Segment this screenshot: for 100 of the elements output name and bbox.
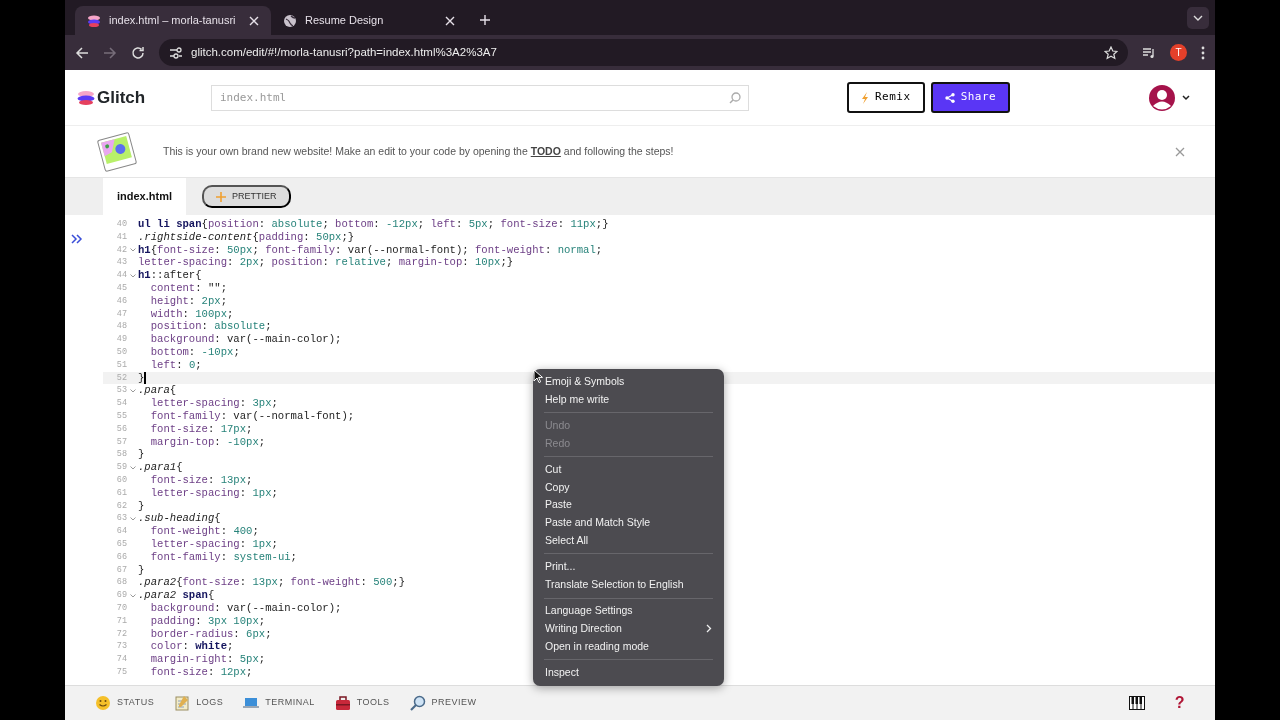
code-line: ul li span{position: absolute; bottom: -12px; left: 5px; font-size: 11px;}: [138, 218, 609, 231]
menu-item[interactable]: Paste and Match Style: [533, 514, 724, 532]
line-number: 71: [115, 614, 127, 628]
todo-link[interactable]: TODO: [530, 144, 561, 157]
line-number: 52: [115, 371, 127, 385]
fold-caret-icon[interactable]: [129, 593, 136, 598]
line-number: 55: [115, 409, 127, 423]
prettier-button[interactable]: PRETTIER: [202, 184, 291, 209]
code-line: .sub-heading{: [138, 512, 221, 526]
search-field[interactable]: index.html: [211, 84, 749, 111]
fold-caret-icon[interactable]: [129, 465, 136, 470]
terminal-button[interactable]: TERMINAL: [243, 695, 315, 711]
file-tab[interactable]: index.html: [103, 178, 186, 215]
address-bar[interactable]: glitch.com/edit/#!/morla-tanusri?path=index.html%3A2%3A7: [159, 39, 1128, 66]
menu-item[interactable]: Copy: [533, 478, 724, 497]
line-number: 61: [115, 486, 127, 500]
glitch-logo-icon: [87, 13, 101, 28]
code-line: font-size: 17px;: [149, 422, 253, 436]
code-line: font-weight: 400;: [149, 525, 259, 538]
notepad-icon: [174, 695, 191, 711]
line-number: 40: [115, 218, 127, 231]
text-cursor: [144, 371, 146, 384]
bookmark-star-icon[interactable]: [1104, 45, 1118, 60]
menu-item[interactable]: Inspect: [533, 664, 724, 682]
menu-item[interactable]: Print...: [533, 558, 724, 576]
line-number: 73: [115, 640, 127, 654]
code-line: letter-spacing: 1px;: [149, 486, 278, 500]
smiley-icon: [95, 695, 111, 711]
code-line: position: absolute;: [149, 320, 272, 334]
code-line: letter-spacing: 3px;: [149, 397, 278, 410]
mouse-pointer-icon: [533, 369, 543, 383]
code-line: margin-top: -10px;: [149, 435, 266, 449]
line-number: 60: [115, 473, 127, 487]
code-line: border-radius: 6px;: [149, 627, 272, 641]
remix-button[interactable]: Remix: [847, 82, 925, 113]
code-line: font-size: 12px;: [149, 665, 253, 679]
preview-button[interactable]: PREVIEW: [409, 695, 477, 711]
forward-icon[interactable]: [103, 45, 117, 60]
search-icon: [729, 91, 741, 104]
line-number: 72: [115, 627, 127, 641]
code-line: color: white;: [149, 640, 234, 654]
code-line: .para{: [138, 384, 177, 398]
code-line: letter-spacing: 1px;: [149, 537, 278, 551]
code-line: .para2{font-size: 13px; font-weight: 500;}: [138, 576, 406, 590]
user-avatar[interactable]: [1149, 84, 1175, 111]
code-line: }: [138, 448, 145, 462]
status-button[interactable]: STATUS: [95, 695, 155, 711]
code-line: .para1{: [138, 461, 183, 474]
line-number: 58: [115, 448, 127, 462]
menu-item[interactable]: Language Settings: [533, 602, 724, 621]
menu-item[interactable]: Open in reading mode: [533, 637, 724, 656]
code-line: left: 0;: [149, 358, 202, 372]
code-line: .rightside-content{padding: 50px;}: [138, 230, 355, 244]
new-tab-icon[interactable]: [479, 14, 491, 26]
logs-button[interactable]: LOGS: [174, 695, 224, 711]
fold-caret-icon[interactable]: [129, 388, 136, 393]
reload-icon[interactable]: [131, 45, 145, 60]
share-button[interactable]: Share: [930, 82, 1011, 113]
expand-sidebar-icon[interactable]: [71, 234, 83, 244]
menu-item[interactable]: Translate Selection to English: [533, 575, 724, 594]
fold-caret-icon[interactable]: [129, 273, 136, 278]
toolbox-icon: [334, 695, 351, 711]
media-control-icon[interactable]: [1142, 45, 1156, 60]
line-number: 67: [115, 563, 127, 577]
line-number: 75: [115, 665, 127, 679]
code-line: letter-spacing: 2px; position: relative; margin-top: 10px;}: [138, 256, 514, 270]
sparkle-icon: [216, 191, 226, 202]
menu-item[interactable]: Help me write: [533, 390, 724, 409]
line-number: 50: [115, 345, 127, 359]
site-settings-icon[interactable]: [169, 45, 183, 60]
line-number: 54: [115, 397, 127, 410]
menu-item[interactable]: Cut: [533, 461, 724, 479]
tools-button[interactable]: TOOLS: [334, 695, 390, 711]
code-line: bottom: -10px;: [149, 345, 240, 359]
menu-item[interactable]: Paste: [533, 496, 724, 515]
line-number: 56: [115, 422, 127, 436]
line-number: 53: [115, 384, 127, 398]
fold-caret-icon[interactable]: [129, 516, 136, 521]
code-line: background: var(--main-color);: [149, 333, 342, 346]
caret-icon[interactable]: [1181, 93, 1191, 102]
menu-item[interactable]: Writing Direction: [533, 620, 724, 638]
piano-keys-icon[interactable]: [1128, 696, 1145, 710]
code-line: }: [138, 499, 145, 513]
profile-avatar[interactable]: T: [1170, 44, 1187, 61]
help-button[interactable]: ?: [1174, 691, 1185, 715]
code-line: .para2 span{: [138, 589, 215, 602]
fold-caret-icon[interactable]: [129, 248, 136, 252]
line-number: 44: [115, 269, 127, 282]
code-line: }: [138, 371, 145, 385]
line-number: 51: [115, 358, 127, 372]
line-number: 48: [115, 320, 127, 334]
code-line: font-size: 13px;: [149, 473, 253, 487]
notice-text: This is your own brand new website! Make an edit to your code by opening the TODO and following the steps!: [163, 143, 675, 159]
browser-tab[interactable]: index.html – morla-tanusri: [75, 6, 271, 35]
menu-item[interactable]: Select All: [533, 531, 724, 550]
browser-tab[interactable]: Resume Design: [271, 6, 467, 35]
tab-list-icon[interactable]: [1187, 7, 1209, 29]
back-icon[interactable]: [75, 45, 89, 60]
line-number: 62: [115, 499, 127, 513]
more-menu-icon[interactable]: [1201, 45, 1205, 60]
